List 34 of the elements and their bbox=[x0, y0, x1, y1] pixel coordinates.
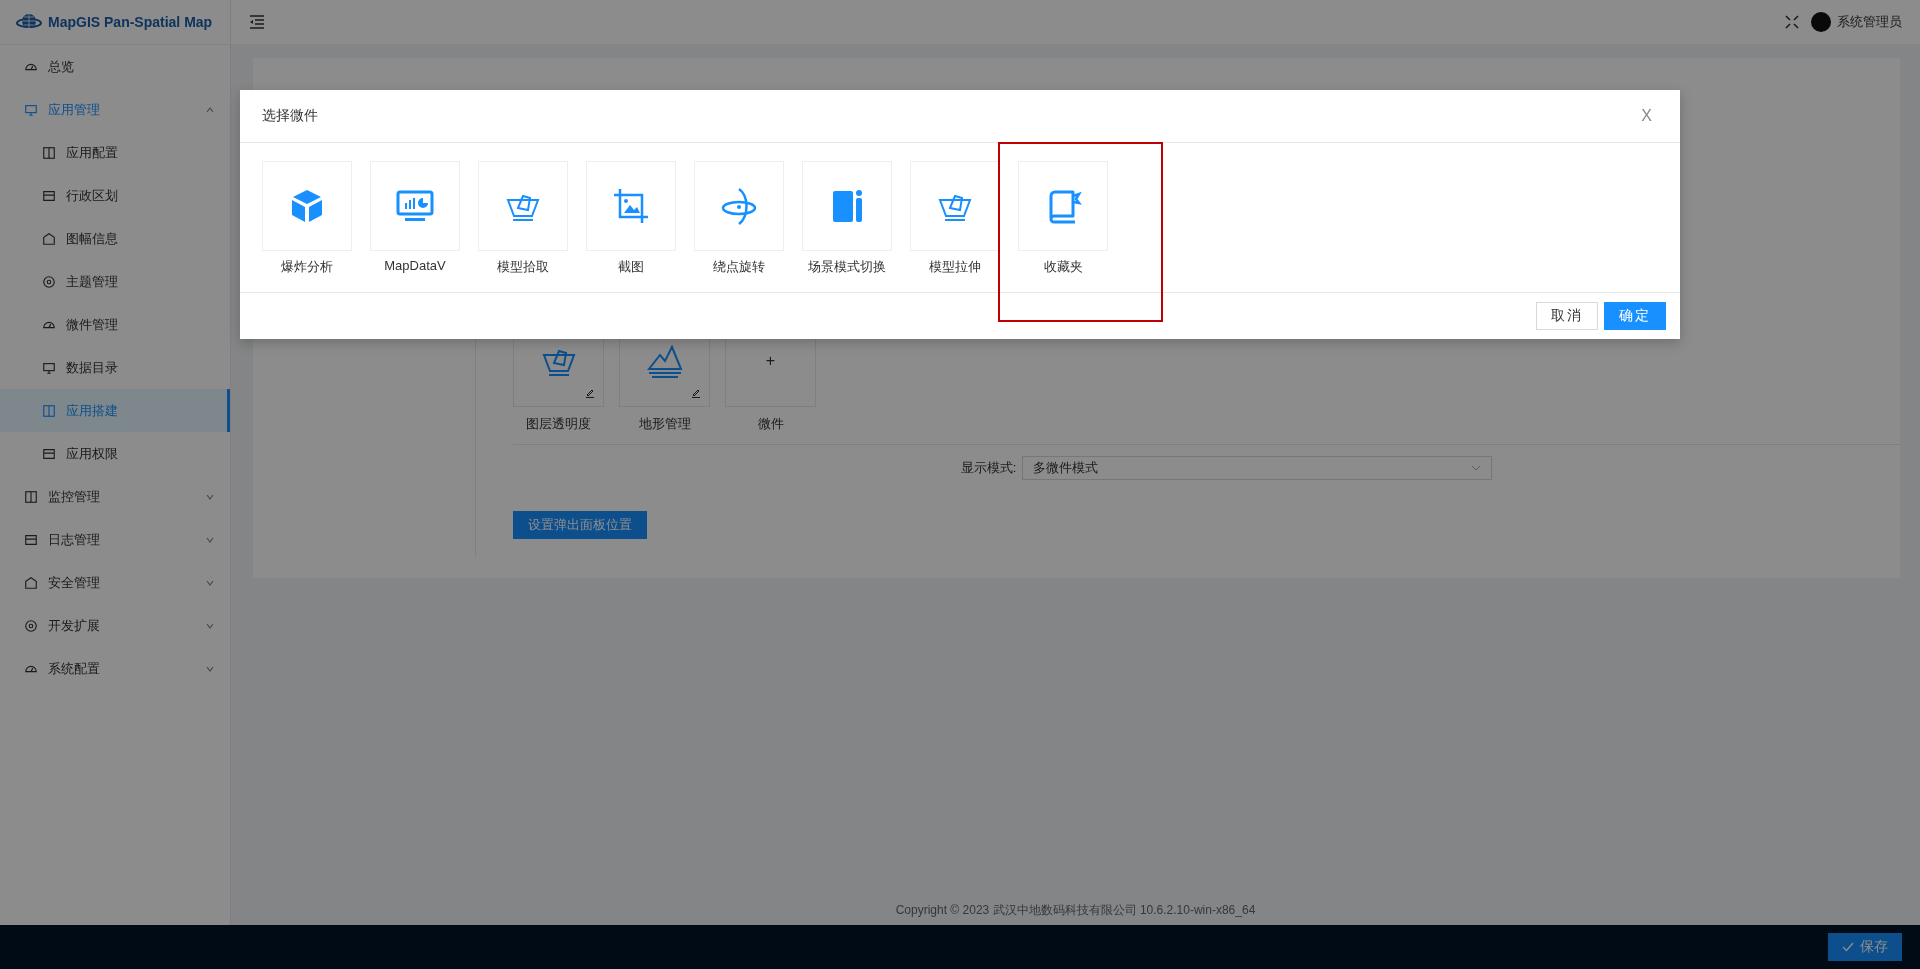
sidebar-item[interactable]: 系统配置 bbox=[0, 647, 230, 690]
sidebar-item[interactable]: 日志管理 bbox=[0, 518, 230, 561]
app-title: MapGIS Pan-Spatial Map bbox=[48, 14, 213, 30]
sidebar-item[interactable]: 开发扩展 bbox=[0, 604, 230, 647]
sidebar-item[interactable]: 数据目录 bbox=[0, 346, 230, 389]
sidebar-item[interactable]: 图幅信息 bbox=[0, 217, 230, 260]
confirm-button[interactable]: 确定 bbox=[1604, 302, 1666, 330]
widget-label: 模型拾取 bbox=[497, 258, 549, 276]
sidebar-item[interactable]: 监控管理 bbox=[0, 475, 230, 518]
sidebar-item[interactable]: 微件管理 bbox=[0, 303, 230, 346]
sidebar-item[interactable]: 行政区划 bbox=[0, 174, 230, 217]
widget-label: 收藏夹 bbox=[1043, 258, 1083, 276]
add-symbol: + bbox=[765, 352, 776, 370]
sidebar-item[interactable]: 主题管理 bbox=[0, 260, 230, 303]
dialog-title: 选择微件 bbox=[262, 107, 319, 125]
display-mode-select[interactable]: 多微件模式 bbox=[1022, 456, 1493, 480]
user-name[interactable]: 系统管理员 bbox=[1837, 13, 1902, 31]
close-button[interactable]: X bbox=[1635, 106, 1658, 126]
widget-label: 地形管理 bbox=[638, 415, 691, 433]
display-mode-label: 显示模式: bbox=[960, 459, 1017, 477]
widget-label: 截图 bbox=[618, 258, 644, 276]
sidebar-item[interactable]: 应用配置 bbox=[0, 131, 230, 174]
sidebar-item[interactable]: 安全管理 bbox=[0, 561, 230, 604]
widget-label: 微件 bbox=[757, 415, 784, 433]
sidebar-item[interactable]: 应用权限 bbox=[0, 432, 230, 475]
widget-label: 爆炸分析 bbox=[281, 258, 333, 276]
widget-label: 模型拉伸 bbox=[929, 258, 981, 276]
sidebar-item[interactable]: 总览 bbox=[0, 45, 230, 88]
widget-label: 图层透明度 bbox=[526, 415, 591, 433]
copyright-text: Copyright © 2023 武汉中地数码科技有限公司 10.6.2.10-win-x86_64 bbox=[894, 902, 1257, 919]
widget-label: 场景模式切换 bbox=[808, 258, 886, 276]
cancel-button[interactable]: 取消 bbox=[1536, 302, 1598, 330]
widget-label: MapDataV bbox=[384, 258, 446, 273]
widget-label: 绕点旋转 bbox=[713, 258, 765, 276]
